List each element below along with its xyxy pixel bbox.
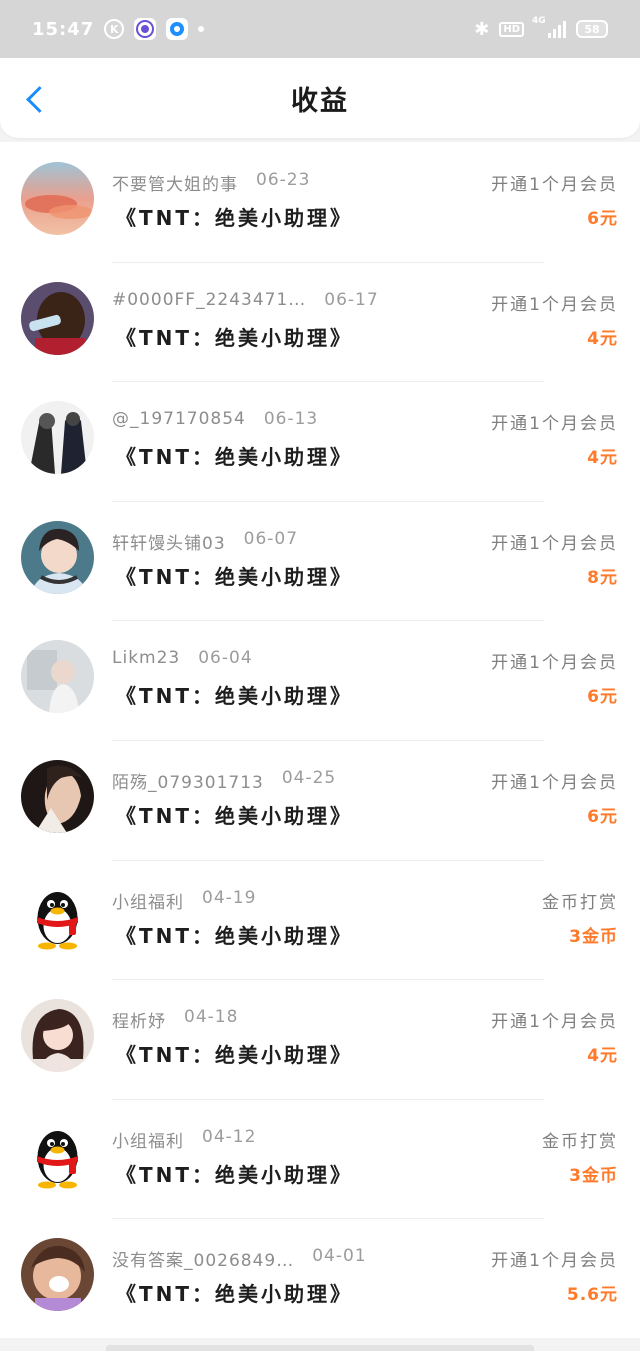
record-product: 《TNT：绝美小助理》 (116, 923, 354, 948)
record-amount: 4元 (587, 1046, 618, 1067)
record-product: 《TNT：绝美小助理》 (116, 325, 354, 350)
earning-record[interactable]: @_197170854 06-13 《TNT：绝美小助理》 开通1个月会员 4元 (0, 381, 640, 501)
avatar[interactable] (21, 640, 94, 714)
record-type: 开通1个月会员 (491, 294, 618, 315)
page-header: 收益 (0, 58, 640, 138)
record-type: 开通1个月会员 (491, 1012, 618, 1033)
k-app-icon: K (104, 19, 125, 39)
purple-app-icon (134, 18, 157, 40)
record-product: 《TNT：绝美小助理》 (116, 684, 354, 709)
record-type: 金币打赏 (542, 1131, 618, 1152)
record-product: 《TNT：绝美小助理》 (116, 564, 354, 589)
record-product: 《TNT：绝美小助理》 (116, 1162, 354, 1187)
record-product: 《TNT：绝美小助理》 (116, 206, 354, 230)
record-date: 04-12 (202, 1126, 257, 1147)
record-type: 金币打赏 (542, 892, 618, 913)
earning-record[interactable]: 没有答案_0026849… 04-01 《TNT：绝美小助理》 开通1个月会员 … (0, 1218, 640, 1338)
qq-penguin-avatar-icon[interactable] (21, 1118, 94, 1192)
earning-record[interactable]: 轩轩馒头铺03 06-07 《TNT：绝美小助理》 开通1个月会员 8元 (0, 500, 640, 621)
avatar[interactable] (21, 162, 94, 235)
record-username[interactable]: @_197170854 (112, 409, 246, 429)
avatar[interactable] (21, 520, 94, 594)
record-date: 06-23 (256, 170, 311, 190)
record-product: 《TNT：绝美小助理》 (116, 1043, 354, 1068)
record-type: 开通1个月会员 (491, 175, 618, 195)
record-amount: 3金币 (569, 1165, 618, 1186)
record-date: 04-18 (184, 1007, 239, 1028)
record-type: 开通1个月会员 (491, 414, 618, 435)
record-username[interactable]: #0000FF_2243471… (112, 290, 306, 310)
signal-icon: 4G (532, 16, 566, 38)
earning-record[interactable]: 不要管大姐的事 06-23 《TNT：绝美小助理》 开通1个月会员 6元 (0, 142, 640, 262)
record-amount: 4元 (587, 328, 618, 349)
network-type: 4G (532, 16, 546, 26)
record-amount: 4元 (587, 448, 618, 469)
record-date: 06-13 (263, 409, 319, 430)
back-button[interactable] (22, 82, 48, 116)
blue-app-icon (166, 18, 189, 40)
scroll-indicator (106, 1345, 534, 1351)
more-notifications-dot-icon (198, 26, 205, 32)
earning-record[interactable]: 陌殇_079301713 04-25 《TNT：绝美小助理》 开通1个月会员 6… (0, 739, 640, 860)
status-time: 15:47 (32, 18, 95, 40)
record-date: 06-04 (198, 648, 253, 669)
record-product: 《TNT：绝美小助理》 (116, 445, 354, 470)
record-date: 04-01 (312, 1246, 367, 1267)
record-type: 开通1个月会员 (491, 1251, 618, 1272)
record-username[interactable]: 没有答案_0026849… (112, 1246, 294, 1271)
avatar[interactable] (21, 1238, 94, 1312)
record-date: 04-19 (202, 887, 257, 908)
record-username[interactable]: 陌殇_079301713 (112, 768, 264, 793)
record-amount: 5.6元 (566, 1285, 618, 1306)
record-username[interactable]: 不要管大姐的事 (112, 170, 238, 195)
record-username[interactable]: 轩轩馒头铺03 (112, 529, 226, 554)
record-amount: 6元 (587, 687, 618, 708)
record-amount: 8元 (587, 567, 618, 588)
record-type: 开通1个月会员 (491, 533, 618, 554)
avatar[interactable] (21, 281, 94, 355)
battery-icon: 58 (576, 20, 608, 38)
record-username[interactable]: 小组福利 (112, 1127, 184, 1152)
page-title: 收益 (291, 85, 349, 117)
qq-penguin-avatar-icon[interactable] (21, 879, 94, 953)
record-username[interactable]: 小组福利 (112, 888, 184, 913)
status-bar: 15:47 K ✱ HD 4G 58 (0, 0, 640, 58)
record-amount: 6元 (587, 209, 618, 229)
record-amount: 3金币 (569, 926, 618, 947)
record-username[interactable]: Likm23 (112, 648, 180, 668)
record-product: 《TNT：绝美小助理》 (116, 803, 354, 828)
bluetooth-icon: ✱ (474, 18, 490, 40)
hd-icon: HD (499, 21, 524, 37)
earning-record[interactable]: 程析妤 04-18 《TNT：绝美小助理》 开通1个月会员 4元 (0, 979, 640, 1099)
avatar[interactable] (21, 401, 94, 475)
earning-record[interactable]: Likm23 06-04 《TNT：绝美小助理》 开通1个月会员 6元 (0, 620, 640, 740)
record-type: 开通1个月会员 (491, 653, 618, 674)
avatar[interactable] (21, 759, 94, 833)
record-date: 06-07 (243, 528, 299, 549)
record-date: 04-25 (281, 767, 337, 788)
earning-record[interactable]: 小组福利 04-12 《TNT：绝美小助理》 金币打赏 3金币 (0, 1098, 640, 1219)
earnings-list: 不要管大姐的事 06-23 《TNT：绝美小助理》 开通1个月会员 6元 #00… (0, 142, 640, 1338)
avatar[interactable] (21, 999, 94, 1073)
record-product: 《TNT：绝美小助理》 (116, 1282, 354, 1307)
record-amount: 6元 (587, 806, 618, 827)
record-type: 开通1个月会员 (491, 772, 618, 793)
earning-record[interactable]: 小组福利 04-19 《TNT：绝美小助理》 金币打赏 3金币 (0, 859, 640, 980)
record-date: 06-17 (324, 289, 379, 310)
record-username[interactable]: 程析妤 (112, 1007, 166, 1032)
earning-record[interactable]: #0000FF_2243471… 06-17 《TNT：绝美小助理》 开通1个月… (0, 261, 640, 382)
